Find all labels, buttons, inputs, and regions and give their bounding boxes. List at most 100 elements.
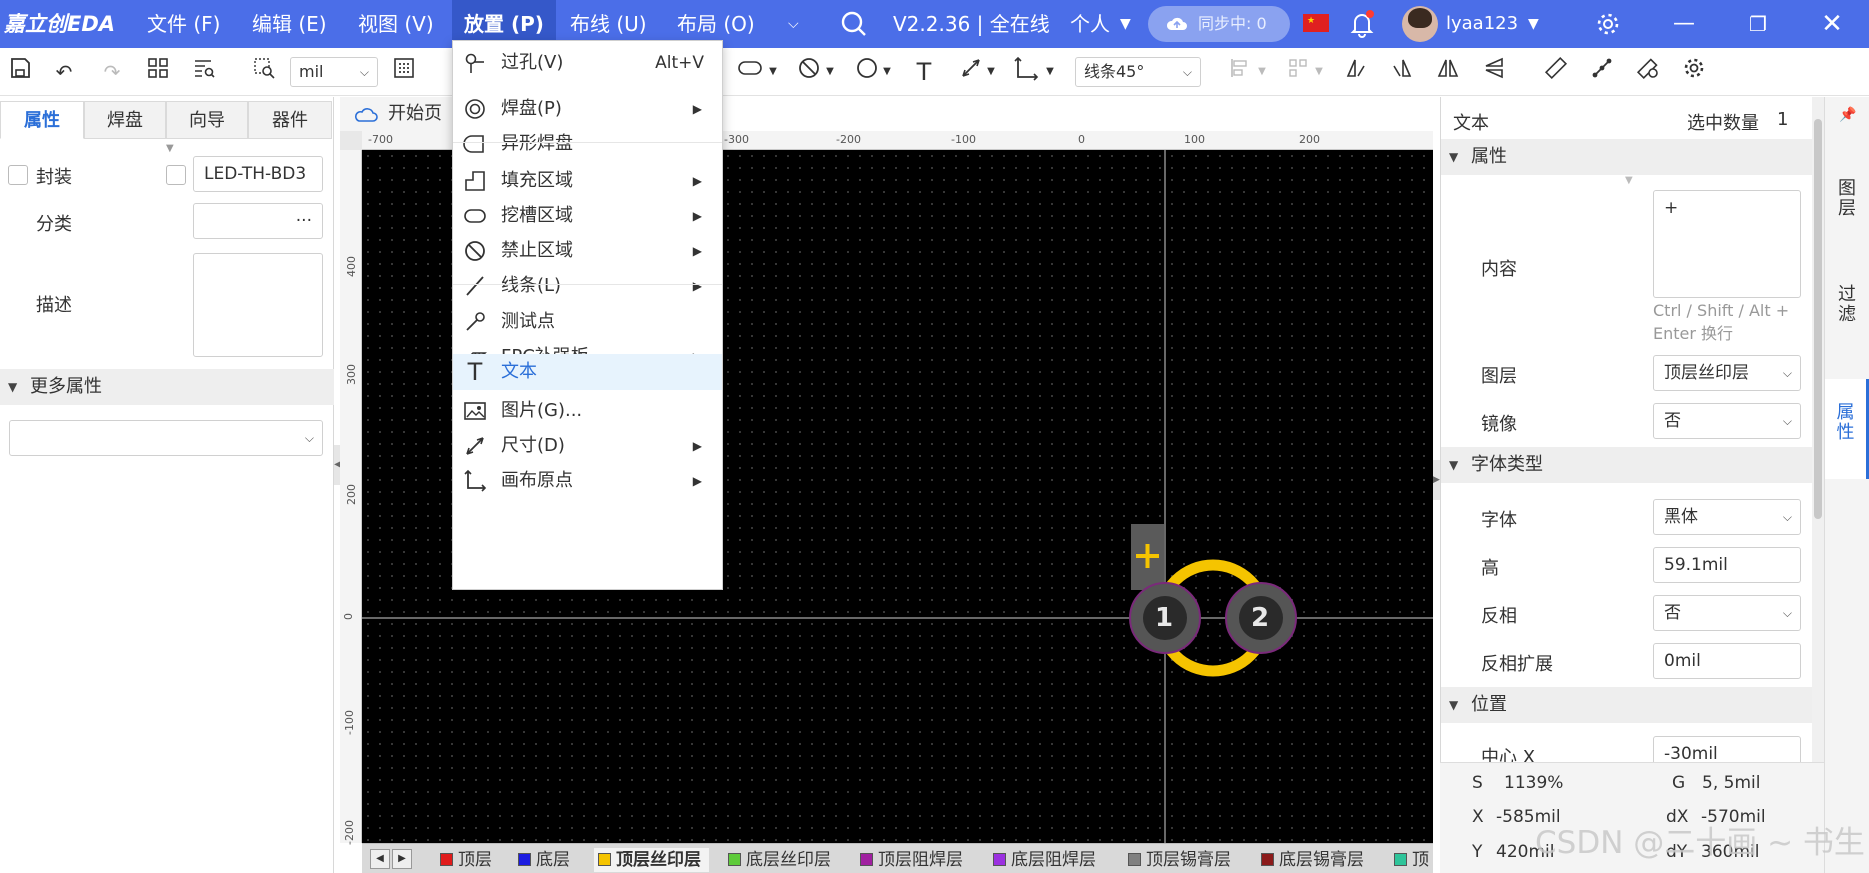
- user-chevron-down-icon[interactable]: ▼: [1528, 0, 1539, 48]
- flip-vertical-icon[interactable]: [1478, 56, 1510, 88]
- ruler-measure-icon[interactable]: [1540, 56, 1572, 88]
- zoom-area-icon[interactable]: [248, 56, 280, 88]
- more-properties-select[interactable]: ⌵: [9, 420, 323, 456]
- menu-item-origin[interactable]: 画布原点 ▶: [453, 460, 722, 502]
- position-section-header[interactable]: ▼ 位置: [1441, 687, 1812, 723]
- package-checkbox[interactable]: [8, 165, 28, 185]
- tab-pads[interactable]: 焊盘: [84, 101, 166, 139]
- circle-dropdown-icon[interactable]: ▼: [880, 56, 894, 88]
- tab-properties[interactable]: 属性: [0, 101, 84, 139]
- distribute-icon[interactable]: [1282, 56, 1314, 88]
- pin-icon[interactable]: 📌: [1839, 107, 1856, 123]
- grid-view-icon[interactable]: [142, 56, 174, 88]
- scroll-right-icon[interactable]: ▶: [392, 849, 412, 869]
- align-left-icon[interactable]: [1225, 56, 1257, 88]
- rotate-right-icon[interactable]: [1386, 56, 1418, 88]
- scroll-left-icon[interactable]: ◀: [370, 849, 390, 869]
- font-section-header[interactable]: ▼ 字体类型: [1441, 447, 1812, 483]
- package-value-checkbox[interactable]: [166, 165, 186, 185]
- menu-item-label: 过孔(V): [501, 52, 564, 73]
- menu-item-custom-pad[interactable]: 异形焊盘: [453, 123, 722, 165]
- pad-1-label[interactable]: 1: [1155, 603, 1173, 633]
- menu-view[interactable]: 视图 (V): [358, 0, 434, 48]
- menu-file[interactable]: 文件 (F): [147, 0, 220, 48]
- circle-tool-icon[interactable]: [851, 56, 883, 88]
- undo-icon[interactable]: ↶: [48, 56, 80, 88]
- layer-item[interactable]: 顶层阻焊层: [856, 848, 963, 872]
- workspace-chevron-down-icon[interactable]: ▼: [1120, 0, 1131, 48]
- side-tab-filter[interactable]: 过滤: [1825, 283, 1869, 347]
- origin-tool-icon[interactable]: [1010, 56, 1042, 88]
- close-window-icon[interactable]: ✕: [1802, 0, 1862, 48]
- save-icon[interactable]: [4, 56, 36, 88]
- layer-item[interactable]: 底层丝印层: [724, 848, 831, 872]
- pad-2-label[interactable]: 2: [1251, 603, 1269, 633]
- category-field[interactable]: ···: [193, 203, 323, 239]
- username-label[interactable]: lyaa123: [1446, 0, 1518, 48]
- pad-dropdown-icon[interactable]: ▼: [766, 56, 780, 88]
- china-flag-icon[interactable]: ★: [1303, 14, 1329, 32]
- height-field[interactable]: 59.1mil: [1653, 547, 1801, 583]
- unit-select[interactable]: mil ⌵: [290, 57, 378, 87]
- font-select[interactable]: 黑体 ⌵: [1653, 499, 1801, 535]
- route-tool-icon[interactable]: [1586, 56, 1618, 88]
- tab-components[interactable]: 器件: [248, 101, 332, 139]
- rotate-left-icon[interactable]: [1340, 56, 1372, 88]
- more-menus-chevron-icon[interactable]: ⌵: [788, 0, 799, 48]
- flip-horizontal-icon[interactable]: [1432, 56, 1464, 88]
- keepout-tool-icon[interactable]: [793, 56, 825, 88]
- pad-shape-icon[interactable]: [735, 56, 767, 88]
- properties-section-header[interactable]: ▼ 属性: [1441, 139, 1812, 175]
- menu-item-text[interactable]: T 文本: [453, 354, 722, 390]
- invert-extension-field[interactable]: 0mil: [1653, 643, 1801, 679]
- layer-item[interactable]: 底层阻焊层: [989, 848, 1096, 872]
- origin-dropdown-icon[interactable]: ▼: [1043, 56, 1057, 88]
- layer-item[interactable]: 底层锡膏层: [1257, 848, 1364, 872]
- distribute-dropdown-icon[interactable]: ▼: [1312, 56, 1326, 88]
- calculator-icon[interactable]: [388, 56, 420, 88]
- package-value-field[interactable]: LED-TH-BD3: [193, 156, 323, 192]
- user-avatar[interactable]: [1402, 6, 1438, 42]
- layer-item-active[interactable]: 顶层丝印层: [594, 848, 709, 872]
- layer-item[interactable]: 顶层锡膏层: [1124, 848, 1231, 872]
- settings-gear-icon[interactable]: [1594, 0, 1622, 48]
- dimension-tool-icon[interactable]: [955, 56, 987, 88]
- list-search-icon[interactable]: [188, 56, 220, 88]
- toolbar-settings-gear-icon[interactable]: [1678, 56, 1710, 88]
- scrollbar-thumb[interactable]: [1814, 119, 1822, 519]
- notification-bell-icon[interactable]: [1348, 0, 1376, 48]
- side-tab-layers[interactable]: 图层: [1825, 177, 1869, 241]
- mirror-select[interactable]: 否 ⌵: [1653, 403, 1801, 439]
- collapse-caret-icon[interactable]: ▼: [166, 143, 174, 154]
- right-panel-scrollbar[interactable]: [1812, 97, 1824, 762]
- drc-check-icon[interactable]: [1632, 56, 1664, 88]
- collapse-caret-icon[interactable]: ▼: [1625, 175, 1633, 186]
- side-tab-properties[interactable]: 属性: [1825, 379, 1869, 479]
- workspace-select[interactable]: 个人: [1070, 0, 1110, 48]
- restore-window-icon[interactable]: ❐: [1728, 0, 1788, 48]
- layer-item[interactable]: 底层: [514, 848, 570, 872]
- align-dropdown-icon[interactable]: ▼: [1255, 56, 1269, 88]
- right-splitter-handle[interactable]: ▶: [1433, 460, 1440, 500]
- center-x-field[interactable]: -30mil: [1653, 736, 1801, 762]
- menu-edit[interactable]: 编辑 (E): [252, 0, 327, 48]
- menu-item-via[interactable]: 过孔(V) Alt+V: [453, 42, 722, 84]
- tab-wizard[interactable]: 向导: [166, 101, 248, 139]
- dimension-dropdown-icon[interactable]: ▼: [984, 56, 998, 88]
- layer-select[interactable]: 顶层丝印层 ⌵: [1653, 355, 1801, 391]
- more-properties-header[interactable]: ▼ 更多属性: [0, 369, 334, 405]
- doc-tab-start-page[interactable]: 开始页: [340, 97, 454, 131]
- content-textarea[interactable]: +: [1653, 190, 1801, 298]
- line-mode-select[interactable]: 线条45° ⌵: [1075, 57, 1201, 87]
- search-icon[interactable]: [840, 0, 868, 48]
- sync-status-button[interactable]: 同步中: 0: [1148, 6, 1290, 42]
- invert-select[interactable]: 否 ⌵: [1653, 595, 1801, 631]
- text-tool-icon[interactable]: T: [908, 56, 940, 88]
- layer-item[interactable]: 顶层: [436, 848, 492, 872]
- description-field[interactable]: [193, 253, 323, 357]
- category-more-icon[interactable]: ···: [296, 211, 312, 231]
- layer-item[interactable]: 顶: [1390, 848, 1429, 872]
- keepout-dropdown-icon[interactable]: ▼: [823, 56, 837, 88]
- redo-icon[interactable]: ↷: [96, 56, 128, 88]
- minimize-icon[interactable]: —: [1654, 0, 1714, 48]
